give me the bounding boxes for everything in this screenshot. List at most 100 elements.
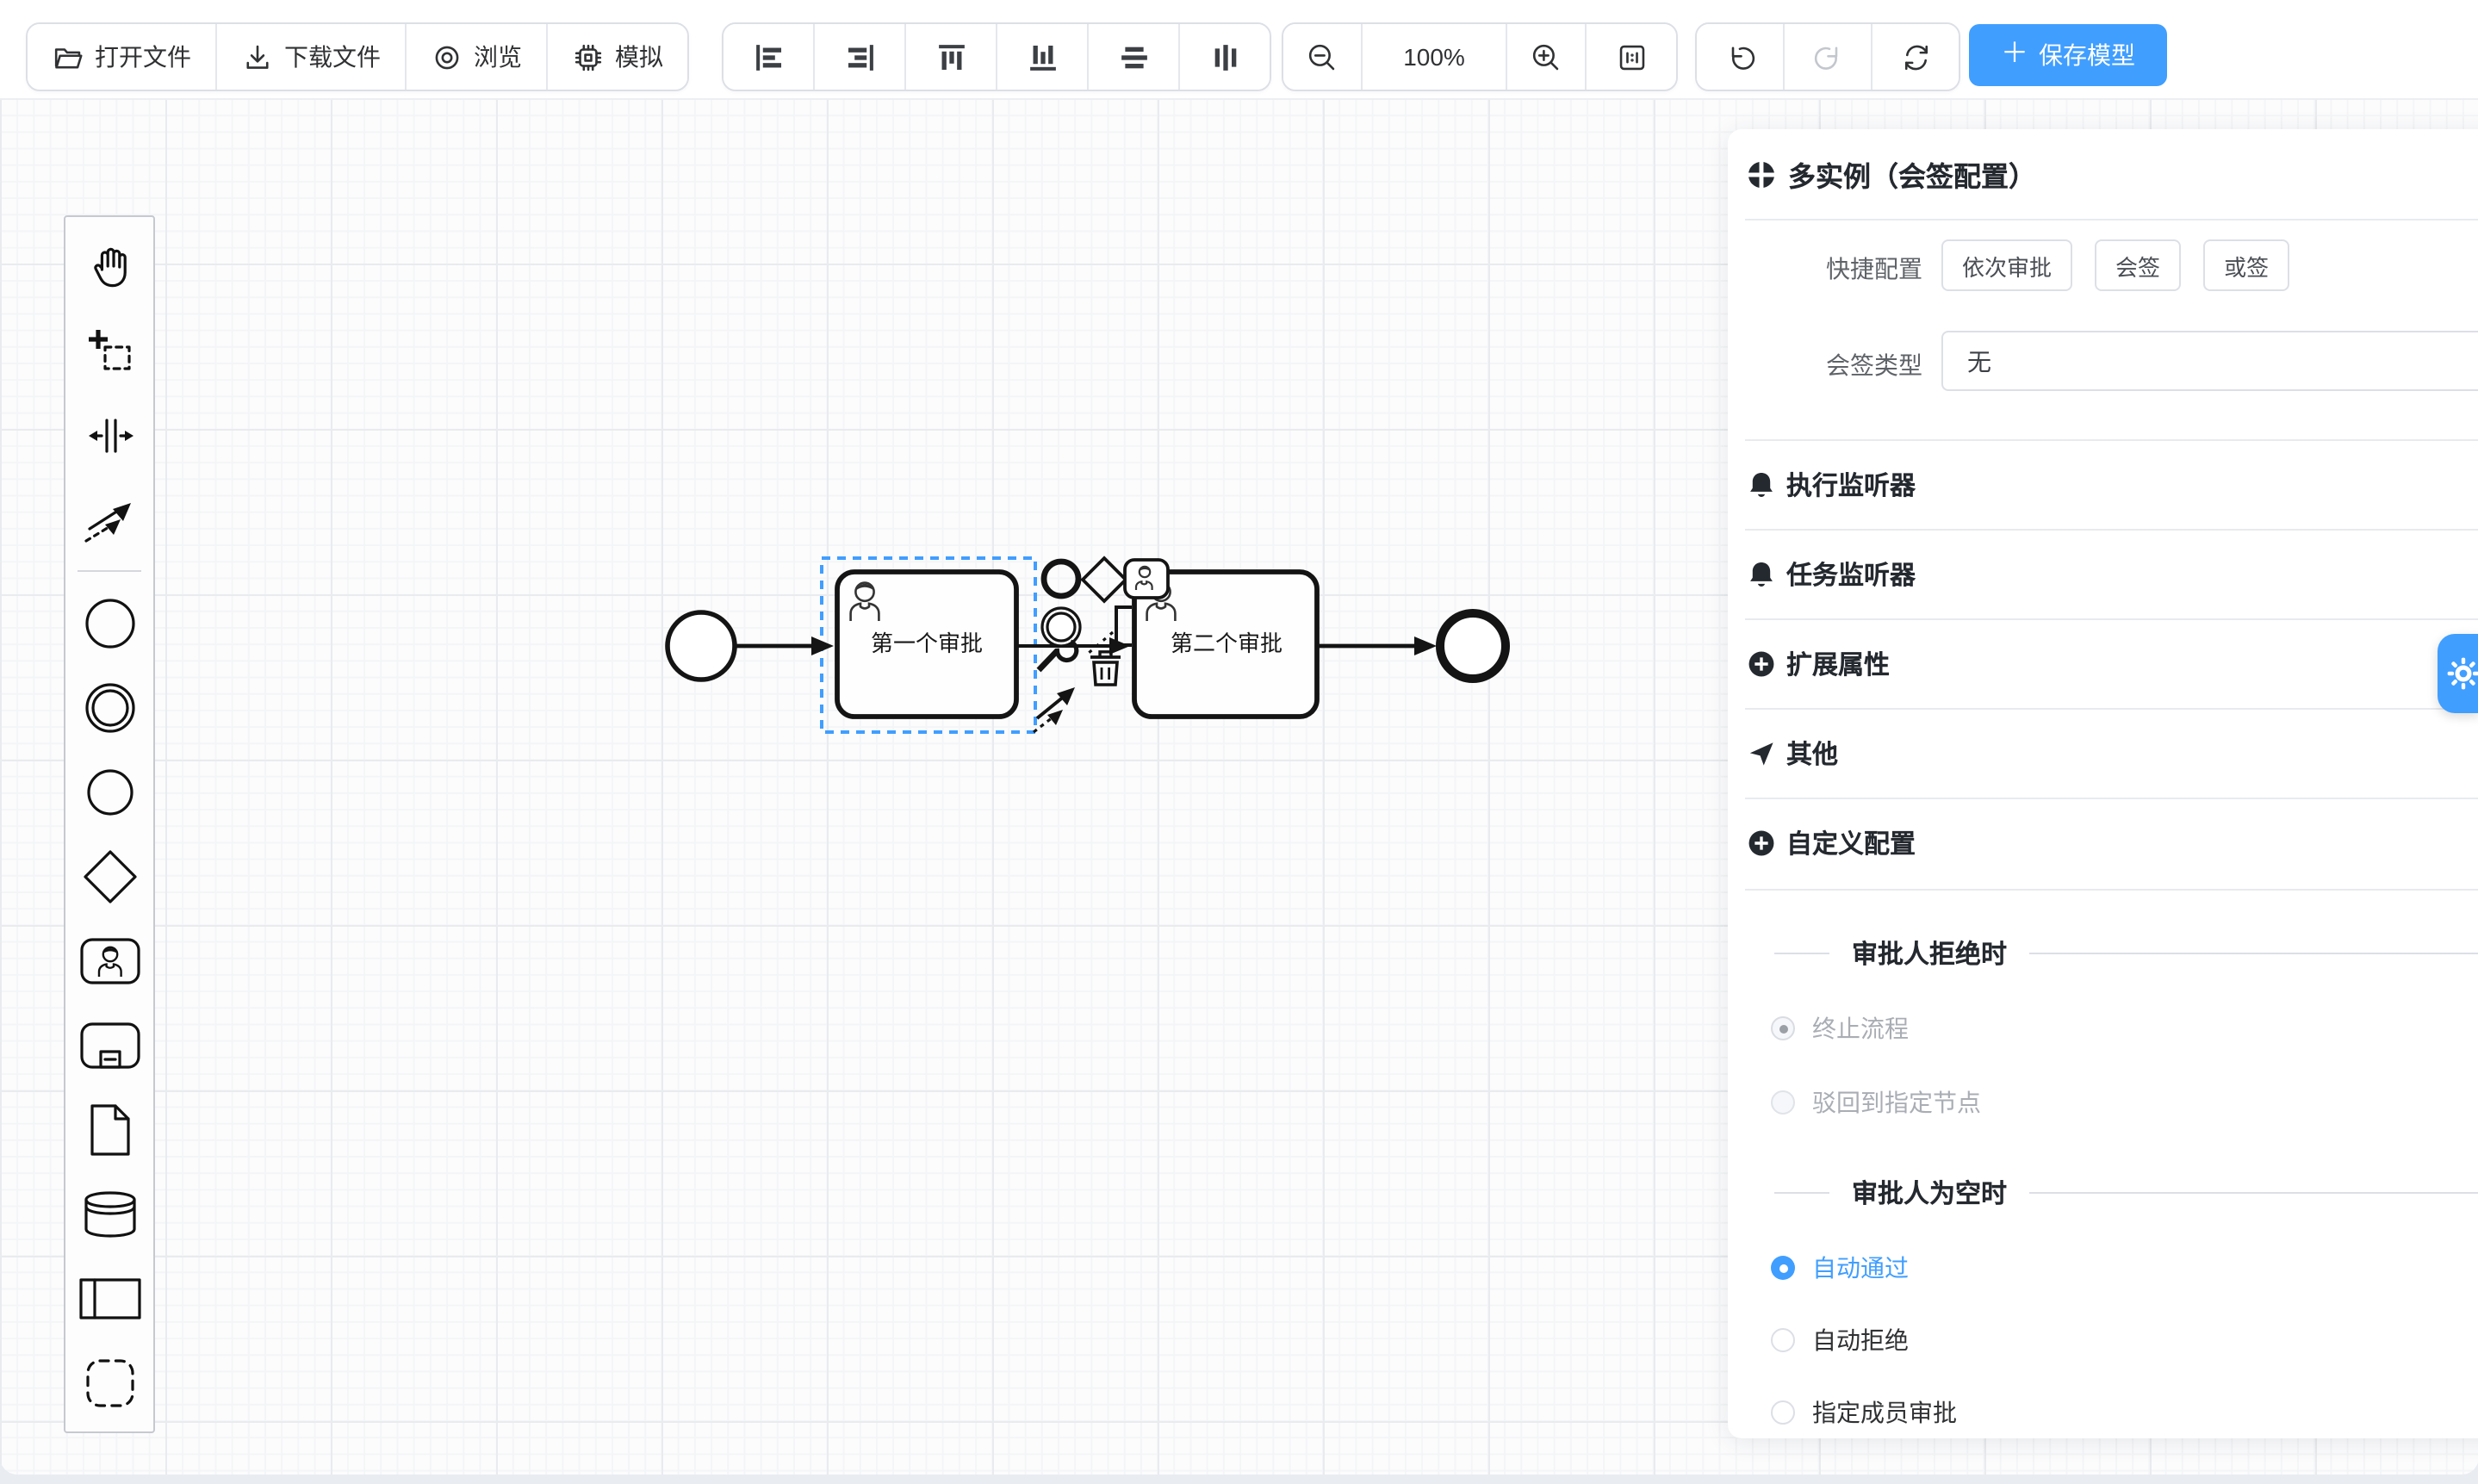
- simulate-button[interactable]: 模拟: [548, 24, 687, 90]
- reject-section-title: 审批人拒绝时: [1852, 934, 2007, 971]
- hand-tool[interactable]: [70, 227, 149, 306]
- create-intermediate-event[interactable]: [70, 667, 149, 747]
- section-task-listener[interactable]: 任务监听器: [1747, 529, 2478, 618]
- multi-instance-icon: [1747, 159, 1776, 189]
- eye-icon: [431, 40, 463, 73]
- align-center-horizontal-button[interactable]: [1089, 24, 1180, 90]
- quick-config-orsign-button[interactable]: 或签: [2203, 239, 2289, 291]
- start-event-icon: [80, 593, 139, 652]
- undo-button[interactable]: [1697, 24, 1785, 90]
- create-gateway[interactable]: [70, 836, 149, 916]
- append-end-event-icon[interactable]: [1044, 562, 1078, 596]
- plus-icon: ＋: [2001, 41, 2028, 69]
- open-file-button[interactable]: 打开文件: [28, 24, 217, 90]
- redo-button[interactable]: [1785, 24, 1872, 90]
- radio-unselected-icon: [1771, 1328, 1795, 1352]
- sign-type-select[interactable]: 无: [1941, 331, 2478, 391]
- align-center-vertical-icon: [1210, 42, 1239, 71]
- reject-section-divider: 审批人拒绝时: [1774, 935, 2478, 970]
- panel-header: 多实例（会签配置）: [1747, 129, 2036, 219]
- palette: [64, 215, 155, 1433]
- create-participant[interactable]: [70, 1258, 149, 1338]
- connect-tool-icon[interactable]: [1034, 687, 1075, 732]
- append-intermediate-event-icon[interactable]: [1042, 608, 1080, 646]
- create-user-task[interactable]: [70, 921, 149, 1000]
- align-center-horizontal-icon: [1119, 42, 1148, 71]
- end-event-shape[interactable]: [1440, 613, 1506, 679]
- align-bottom-icon: [1028, 42, 1057, 71]
- space-tool-icon: [84, 409, 135, 461]
- toolbar: 打开文件 下载文件 浏览 模: [0, 0, 2478, 100]
- section-custom-config[interactable]: 自定义配置: [1747, 798, 2478, 887]
- append-user-task-icon[interactable]: [1125, 560, 1168, 598]
- trash-icon[interactable]: [1090, 652, 1121, 685]
- file-toolbar-group: 打开文件 下载文件 浏览 模: [26, 22, 689, 91]
- radio-unselected-disabled-icon: [1771, 1090, 1795, 1115]
- create-data-object[interactable]: [70, 1090, 149, 1169]
- start-event-shape[interactable]: [668, 612, 735, 680]
- subprocess-icon: [78, 1021, 140, 1069]
- reset-button[interactable]: [1872, 24, 1959, 90]
- lasso-tool[interactable]: [70, 311, 149, 390]
- empty-section-title: 审批人为空时: [1852, 1174, 2007, 1210]
- undo-icon: [1723, 40, 1756, 73]
- settings-tab[interactable]: [2437, 634, 2478, 713]
- redo-icon: [1811, 40, 1844, 73]
- divider: [1745, 219, 2478, 220]
- radio-assign-member[interactable]: 指定成员审批: [1771, 1395, 1957, 1430]
- align-left-button[interactable]: [724, 24, 815, 90]
- intermediate-event-icon: [80, 678, 139, 736]
- plus-circle-icon: [1747, 828, 1776, 857]
- lasso-tool-icon: [84, 325, 135, 376]
- save-model-button[interactable]: ＋ 保存模型: [1969, 24, 2167, 86]
- end-event-icon: [80, 762, 139, 821]
- sign-type-value: 无: [1967, 344, 1991, 378]
- radio-auto-reject[interactable]: 自动拒绝: [1771, 1323, 1909, 1357]
- preview-button[interactable]: 浏览: [407, 24, 548, 90]
- align-bottom-button[interactable]: [997, 24, 1089, 90]
- history-toolbar-group: [1695, 22, 1960, 91]
- create-end-event[interactable]: [70, 752, 149, 831]
- download-file-button[interactable]: 下载文件: [217, 24, 407, 90]
- fit-viewport-icon: [1615, 40, 1648, 73]
- space-tool[interactable]: [70, 395, 149, 475]
- fit-viewport-button[interactable]: [1587, 24, 1676, 90]
- reset-icon: [1899, 40, 1932, 73]
- quick-config-sequential-button[interactable]: 依次审批: [1941, 239, 2072, 291]
- append-gateway-icon[interactable]: [1083, 558, 1126, 601]
- radio-return-to-node[interactable]: 驳回到指定节点: [1771, 1085, 1981, 1120]
- user-task-shape-1[interactable]: 第一个审批: [837, 572, 1016, 717]
- align-top-button[interactable]: [906, 24, 997, 90]
- bpmn-modeler-app: 第一个审批 第二个审批: [0, 0, 2478, 1484]
- align-center-vertical-button[interactable]: [1180, 24, 1270, 90]
- save-model-label: 保存模型: [2039, 38, 2135, 72]
- create-group[interactable]: [70, 1343, 149, 1422]
- radio-auto-pass[interactable]: 自动通过: [1771, 1251, 1909, 1285]
- zoom-in-button[interactable]: [1507, 24, 1587, 90]
- create-subprocess[interactable]: [70, 1005, 149, 1084]
- zoom-toolbar-group: 100%: [1282, 22, 1678, 91]
- radio-terminate-process[interactable]: 终止流程: [1771, 1011, 1909, 1046]
- align-toolbar-group: [722, 22, 1271, 91]
- section-extended-attributes[interactable]: 扩展属性: [1747, 618, 2478, 708]
- task-label: 第一个审批: [871, 630, 983, 656]
- radio-selected-icon: [1771, 1256, 1795, 1280]
- quick-config-options: 依次审批 会签 或签: [1941, 239, 2312, 291]
- create-data-store[interactable]: [70, 1174, 149, 1253]
- align-top-icon: [936, 42, 966, 71]
- global-connect-tool[interactable]: [70, 480, 149, 559]
- participant-icon: [77, 1276, 142, 1320]
- section-other[interactable]: 其他: [1747, 708, 2478, 798]
- gear-icon: [2444, 655, 2478, 692]
- quick-config-countersign-button[interactable]: 会签: [2095, 239, 2181, 291]
- align-left-icon: [754, 42, 783, 71]
- empty-section-divider: 审批人为空时: [1774, 1175, 2478, 1209]
- gateway-icon: [78, 845, 140, 907]
- divider: [1745, 889, 2478, 891]
- create-start-event[interactable]: [70, 583, 149, 662]
- download-icon: [241, 40, 274, 73]
- section-execution-listener[interactable]: 执行监听器: [1747, 439, 2478, 529]
- zoom-out-button[interactable]: [1283, 24, 1363, 90]
- panel-title: 多实例（会签配置）: [1788, 153, 2036, 195]
- align-right-button[interactable]: [815, 24, 906, 90]
